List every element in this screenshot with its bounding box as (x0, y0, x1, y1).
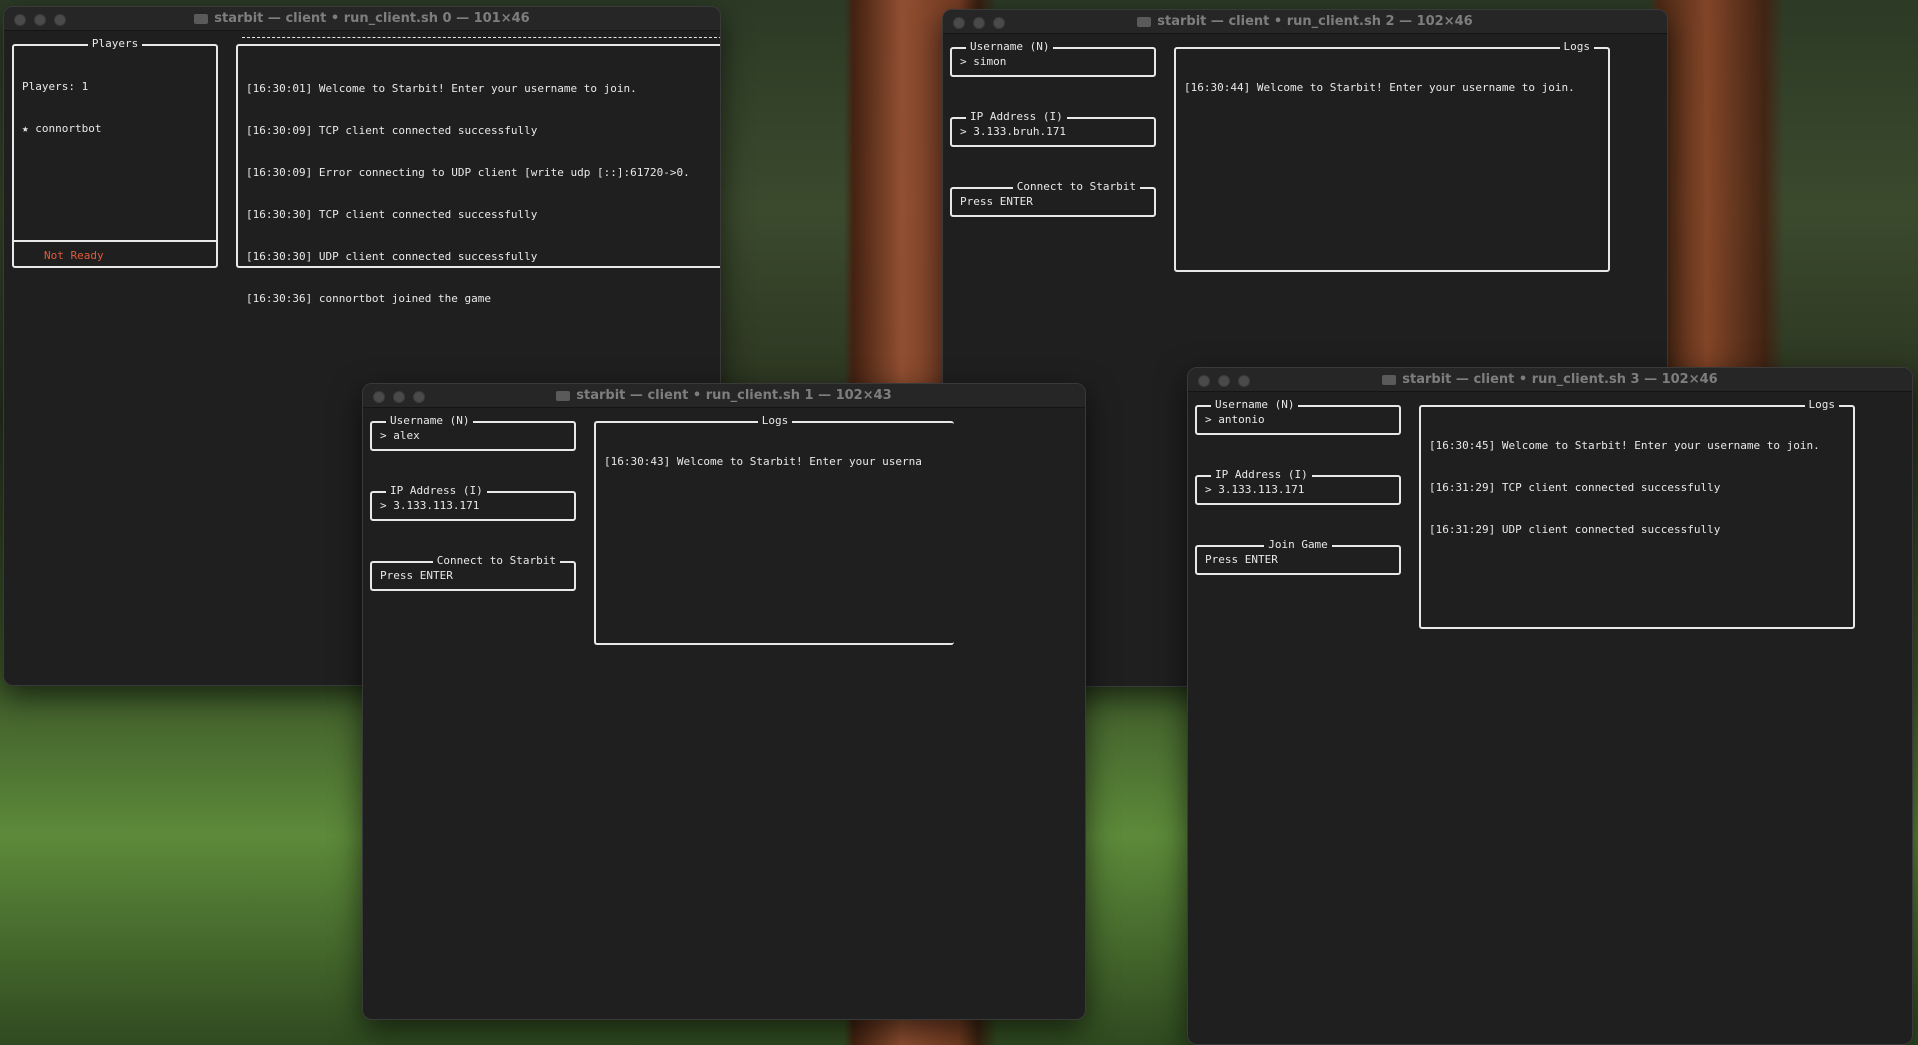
close-button[interactable] (1198, 375, 1210, 387)
zoom-button[interactable] (413, 391, 425, 403)
connect-button-title: Connect to Starbit (1012, 180, 1140, 194)
log-line: [16:30:30] UDP client connected successf… (246, 250, 538, 263)
terminal-window-client-1[interactable]: starbit — client • run_client.sh 1 — 102… (362, 383, 1086, 1020)
connect-button-title: Connect to Starbit (432, 554, 560, 568)
ip-address-value[interactable]: > 3.133.113.171 (380, 499, 568, 513)
window-title: starbit — client • run_client.sh 0 — 101… (214, 11, 530, 26)
window-title: starbit — client • run_client.sh 2 — 102… (1157, 14, 1473, 29)
username-field[interactable]: Username (N) > simon (950, 40, 1156, 77)
minimize-button[interactable] (393, 391, 405, 403)
window-titlebar[interactable]: starbit — client • run_client.sh 1 — 102… (363, 384, 1085, 408)
log-line: [16:30:44] Welcome to Starbit! Enter you… (1184, 81, 1575, 94)
terminal-window-client-3[interactable]: starbit — client • run_client.sh 3 — 102… (1187, 367, 1913, 1045)
log-line: [16:31:29] TCP client connected successf… (1429, 481, 1721, 494)
close-button[interactable] (14, 14, 26, 26)
log-line: [16:30:01] Welcome to Starbit! Enter you… (246, 82, 637, 95)
username-field-title: Username (N) (966, 40, 1054, 54)
log-line: [16:30:36] connortbot joined the game (246, 292, 492, 305)
log-line: [16:30:09] Error connecting to UDP clien… (246, 166, 690, 179)
minimize-button[interactable] (1218, 375, 1230, 387)
minimize-button[interactable] (34, 14, 46, 26)
join-game-button-title: Join Game (1264, 538, 1332, 552)
log-line: [16:30:09] TCP client connected successf… (246, 124, 538, 137)
ip-address-field-title: IP Address (I) (386, 484, 487, 498)
ip-address-field-title: IP Address (I) (1211, 468, 1312, 482)
username-value[interactable]: > simon (960, 55, 1148, 69)
logs-panel-title: Logs (1559, 40, 1594, 54)
username-field[interactable]: Username (N) > alex (370, 414, 576, 451)
folder-icon (194, 13, 209, 24)
connect-button-hint: Press ENTER (960, 195, 1033, 208)
logs-panel: Logs [16:30:44] Welcome to Starbit! Ente… (1174, 40, 1610, 272)
username-value[interactable]: > alex (380, 429, 568, 443)
folder-icon (1137, 16, 1152, 27)
players-panel: Players Players: 1 ★ connortbot Not Read… (12, 37, 218, 268)
ip-address-field[interactable]: IP Address (I) > 3.133.113.171 (370, 484, 576, 521)
join-game-button-hint: Press ENTER (1205, 553, 1278, 566)
connect-button[interactable]: Connect to Starbit Press ENTER (370, 554, 576, 591)
ip-address-value[interactable]: > 3.133.113.171 (1205, 483, 1393, 497)
window-titlebar[interactable]: starbit — client • run_client.sh 2 — 102… (943, 10, 1667, 34)
logs-panel: [16:30:01] Welcome to Starbit! Enter you… (236, 37, 720, 305)
close-button[interactable] (953, 17, 965, 29)
username-field[interactable]: Username (N) > antonio (1195, 398, 1401, 435)
logs-panel-title: Logs (757, 414, 793, 428)
ip-address-value[interactable]: > 3.133.bruh.171 (960, 125, 1148, 139)
folder-icon (556, 390, 571, 401)
log-line: [16:30:45] Welcome to Starbit! Enter you… (1429, 439, 1820, 452)
folder-icon (1382, 374, 1397, 385)
username-value[interactable]: > antonio (1205, 413, 1393, 427)
player-list-item: ★ connortbot (22, 122, 102, 135)
ip-address-field-title: IP Address (I) (966, 110, 1067, 124)
logs-panel: Logs [16:30:45] Welcome to Starbit! Ente… (1419, 398, 1855, 629)
window-title: starbit — client • run_client.sh 3 — 102… (1402, 372, 1718, 387)
log-line: [16:30:30] TCP client connected successf… (246, 208, 538, 221)
connect-button[interactable]: Connect to Starbit Press ENTER (950, 180, 1156, 217)
window-titlebar[interactable]: starbit — client • run_client.sh 3 — 102… (1188, 368, 1912, 392)
connect-button-hint: Press ENTER (380, 569, 453, 582)
username-field-title: Username (N) (386, 414, 474, 428)
ip-address-field[interactable]: IP Address (I) > 3.133.bruh.171 (950, 110, 1156, 147)
logs-panel: Logs [16:30:43] Welcome to Starbit! Ente… (594, 414, 954, 645)
join-game-button[interactable]: Join Game Press ENTER (1195, 538, 1401, 575)
players-panel-title: Players (87, 37, 143, 51)
minimize-button[interactable] (973, 17, 985, 29)
logs-panel-title: Logs (1804, 398, 1839, 412)
zoom-button[interactable] (993, 17, 1005, 29)
username-field-title: Username (N) (1211, 398, 1299, 412)
zoom-button[interactable] (1238, 375, 1250, 387)
ip-address-field[interactable]: IP Address (I) > 3.133.113.171 (1195, 468, 1401, 505)
status-divider (14, 240, 216, 242)
close-button[interactable] (373, 391, 385, 403)
window-title: starbit — client • run_client.sh 1 — 102… (576, 388, 892, 403)
log-line: [16:31:29] UDP client connected successf… (1429, 523, 1721, 536)
ready-status: Not Ready (44, 249, 104, 262)
players-count: Players: 1 (22, 80, 89, 93)
log-line: [16:30:43] Welcome to Starbit! Enter you… (604, 455, 922, 468)
zoom-button[interactable] (54, 14, 66, 26)
window-titlebar[interactable]: starbit — client • run_client.sh 0 — 101… (4, 7, 720, 31)
